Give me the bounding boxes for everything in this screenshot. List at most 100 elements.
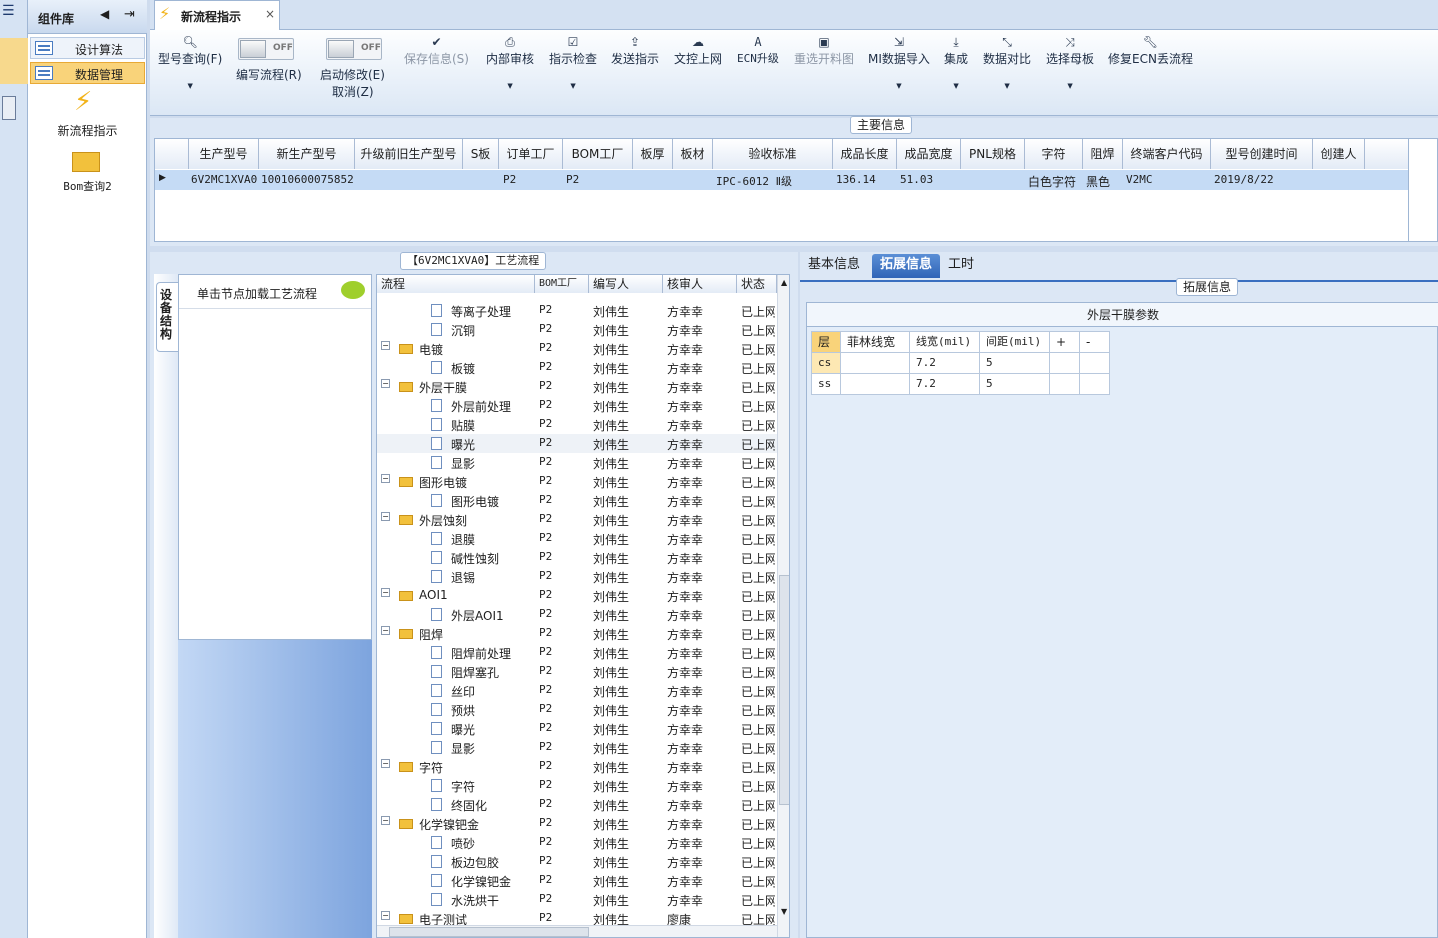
collapse-icon[interactable]: − bbox=[381, 816, 390, 825]
factory-icon[interactable] bbox=[0, 38, 28, 84]
scrollbar-thumb[interactable] bbox=[389, 927, 589, 937]
ecn-upgrade-button[interactable]: A ECN升级 bbox=[737, 34, 779, 66]
column-header[interactable]: 状态 bbox=[737, 275, 777, 293]
collapse-icon[interactable]: − bbox=[381, 474, 390, 483]
column-header[interactable]: 型号创建时间 bbox=[1211, 139, 1313, 169]
column-header[interactable]: 线宽(mil) bbox=[909, 331, 980, 353]
tree-row[interactable]: 阻焊前处理 P2 刘伟生 方幸幸 已上网 bbox=[377, 643, 777, 662]
instruction-check-button[interactable]: ☑ 指示检查 ▼ bbox=[549, 34, 597, 91]
cell-empty[interactable] bbox=[1049, 352, 1080, 374]
tree-row[interactable]: 沉铜 P2 刘伟生 方幸幸 已上网 bbox=[377, 320, 777, 339]
cell-film-width[interactable] bbox=[840, 373, 910, 395]
scroll-down-icon[interactable]: ▼ bbox=[781, 907, 787, 916]
tree-row[interactable]: 曝光 P2 刘伟生 方幸幸 已上网 bbox=[377, 434, 777, 453]
add-column-button[interactable]: + bbox=[1049, 331, 1080, 353]
menu-icon[interactable]: ☰ bbox=[2, 4, 16, 18]
cell-length[interactable]: 136.14 bbox=[836, 173, 876, 186]
tree-row[interactable]: 碱性蚀刻 P2 刘伟生 方幸幸 已上网 bbox=[377, 548, 777, 567]
cell-line-width[interactable]: 7.2 bbox=[909, 352, 980, 374]
remove-column-button[interactable]: - bbox=[1079, 331, 1110, 353]
column-header[interactable]: 终端客户代码 bbox=[1123, 139, 1211, 169]
integrate-button[interactable]: ⤓ 集成 ▼ bbox=[944, 34, 968, 91]
tree-row[interactable]: 退锡 P2 刘伟生 方幸幸 已上网 bbox=[377, 567, 777, 586]
sidebar-item-data-management[interactable]: 数据管理 bbox=[30, 62, 145, 84]
column-header[interactable]: 编写人 bbox=[589, 275, 663, 293]
save-info-button[interactable]: ✔ 保存信息(S) bbox=[404, 34, 469, 67]
scrollbar-thumb[interactable] bbox=[779, 575, 789, 805]
cell-spacing[interactable]: 5 bbox=[979, 352, 1050, 374]
tree-row[interactable]: − 阻焊 P2 刘伟生 方幸幸 已上网 bbox=[377, 624, 777, 643]
column-header[interactable]: 板厚 bbox=[633, 139, 673, 169]
tree-row[interactable]: 等离子处理 P2 刘伟生 方幸幸 已上网 bbox=[377, 301, 777, 320]
cell-created-time[interactable]: 2019/8/22 bbox=[1214, 173, 1274, 186]
column-header[interactable]: PNL规格 bbox=[961, 139, 1025, 169]
column-header[interactable]: 新生产型号 bbox=[259, 139, 355, 169]
cell-line-width[interactable]: 7.2 bbox=[909, 373, 980, 395]
cell-order-factory[interactable]: P2 bbox=[503, 173, 516, 186]
tree-row[interactable]: 图形电镀 P2 刘伟生 方幸幸 已上网 bbox=[377, 491, 777, 510]
tree-row[interactable]: 预烘 P2 刘伟生 方幸幸 已上网 bbox=[377, 700, 777, 719]
collapse-icon[interactable]: − bbox=[381, 626, 390, 635]
sidebar-item-design-algorithm[interactable]: 设计算法 bbox=[30, 37, 145, 59]
pin-icon[interactable]: ⇥ bbox=[124, 7, 135, 22]
cell-production-model[interactable]: 6V2MC1XVA0 bbox=[191, 173, 257, 186]
scroll-up-icon[interactable]: ▲ bbox=[781, 278, 787, 287]
column-header[interactable]: 成品宽度 bbox=[897, 139, 961, 169]
column-header[interactable]: 阻焊 bbox=[1083, 139, 1123, 169]
send-instruction-button[interactable]: ⇪ 发送指示 bbox=[611, 34, 659, 67]
column-header[interactable]: 升级前旧生产型号 bbox=[355, 139, 463, 169]
data-compare-button[interactable]: ⤡ 数据对比 ▼ bbox=[983, 34, 1031, 91]
column-header[interactable]: BOM工厂 bbox=[535, 275, 589, 293]
cell-empty[interactable] bbox=[1079, 352, 1110, 374]
close-icon[interactable]: × bbox=[265, 7, 275, 21]
cell-new-production-model[interactable]: 10010600075852 bbox=[261, 173, 354, 186]
tree-row[interactable]: 阻焊塞孔 P2 刘伟生 方幸幸 已上网 bbox=[377, 662, 777, 681]
vertical-scrollbar[interactable]: ▲ ▼ bbox=[777, 275, 789, 937]
cancel-button[interactable]: 取消(Z) bbox=[332, 83, 374, 100]
column-header[interactable]: 创建人 bbox=[1313, 139, 1365, 169]
tree-row[interactable]: 板边包胶 P2 刘伟生 方幸幸 已上网 bbox=[377, 852, 777, 871]
module-new-flow[interactable]: ⚡ 新流程指示 bbox=[28, 88, 147, 140]
module-bom-query[interactable]: Bom查询2 bbox=[28, 146, 147, 194]
collapse-icon[interactable]: − bbox=[381, 512, 390, 521]
tree-row[interactable]: − 外层蚀刻 P2 刘伟生 方幸幸 已上网 bbox=[377, 510, 777, 529]
edit-flow-toggle[interactable]: OFF bbox=[238, 38, 294, 60]
column-header[interactable]: 层 bbox=[811, 331, 841, 353]
tree-row[interactable]: 化学镍钯金 P2 刘伟生 方幸幸 已上网 bbox=[377, 871, 777, 890]
start-modify-button[interactable]: 启动修改(E) bbox=[320, 66, 385, 83]
document-upload-button[interactable]: ☁ 文控上网 bbox=[674, 34, 722, 67]
cell-layer[interactable]: cs bbox=[811, 352, 841, 374]
column-header[interactable]: S板 bbox=[463, 139, 499, 169]
column-header[interactable]: BOM工厂 bbox=[563, 139, 633, 169]
mi-data-import-button[interactable]: ⇲ MI数据导入 ▼ bbox=[868, 34, 930, 91]
select-mother-board-button[interactable]: ⤨ 选择母板 ▼ bbox=[1046, 34, 1094, 91]
tree-row[interactable]: 字符 P2 刘伟生 方幸幸 已上网 bbox=[377, 776, 777, 795]
edit-flow-button[interactable]: 编写流程(R) bbox=[236, 66, 302, 83]
tree-row[interactable]: − 化学镍钯金 P2 刘伟生 方幸幸 已上网 bbox=[377, 814, 777, 833]
tree-row[interactable]: 退膜 P2 刘伟生 方幸幸 已上网 bbox=[377, 529, 777, 548]
column-header[interactable]: 菲林线宽 bbox=[840, 331, 910, 353]
collapse-icon[interactable]: − bbox=[381, 379, 390, 388]
tab-device-structure[interactable]: 设备结构 bbox=[156, 282, 178, 352]
cell-width[interactable]: 51.03 bbox=[900, 173, 933, 186]
tree-row[interactable]: 外层前处理 P2 刘伟生 方幸幸 已上网 bbox=[377, 396, 777, 415]
cell-acceptance-standard[interactable]: IPC-6012 Ⅱ级 bbox=[716, 173, 792, 189]
cell-empty[interactable] bbox=[1079, 373, 1110, 395]
tree-row[interactable]: 终固化 P2 刘伟生 方幸幸 已上网 bbox=[377, 795, 777, 814]
column-header[interactable]: 生产型号 bbox=[189, 139, 259, 169]
tree-row[interactable]: − 图形电镀 P2 刘伟生 方幸幸 已上网 bbox=[377, 472, 777, 491]
tree-row[interactable]: 曝光 P2 刘伟生 方幸幸 已上网 bbox=[377, 719, 777, 738]
tree-row[interactable]: − AOI1 P2 刘伟生 方幸幸 已上网 bbox=[377, 586, 777, 605]
tree-row[interactable]: 显影 P2 刘伟生 方幸幸 已上网 bbox=[377, 738, 777, 757]
fix-ecn-button[interactable]: 🔧︎ 修复ECN丢流程 bbox=[1108, 34, 1193, 67]
column-header[interactable]: 字符 bbox=[1025, 139, 1083, 169]
collapse-icon[interactable]: − bbox=[381, 341, 390, 350]
cell-layer[interactable]: ss bbox=[811, 373, 841, 395]
collapse-icon[interactable]: − bbox=[381, 588, 390, 597]
tree-row[interactable]: 贴膜 P2 刘伟生 方幸幸 已上网 bbox=[377, 415, 777, 434]
column-header[interactable]: 板材 bbox=[673, 139, 713, 169]
cell-spacing[interactable]: 5 bbox=[979, 373, 1050, 395]
reselect-cutting-chart-button[interactable]: ▣ 重选开料图 bbox=[794, 34, 854, 67]
collapse-icon[interactable]: − bbox=[381, 911, 390, 920]
column-header[interactable]: 间距(mil) bbox=[979, 331, 1050, 353]
